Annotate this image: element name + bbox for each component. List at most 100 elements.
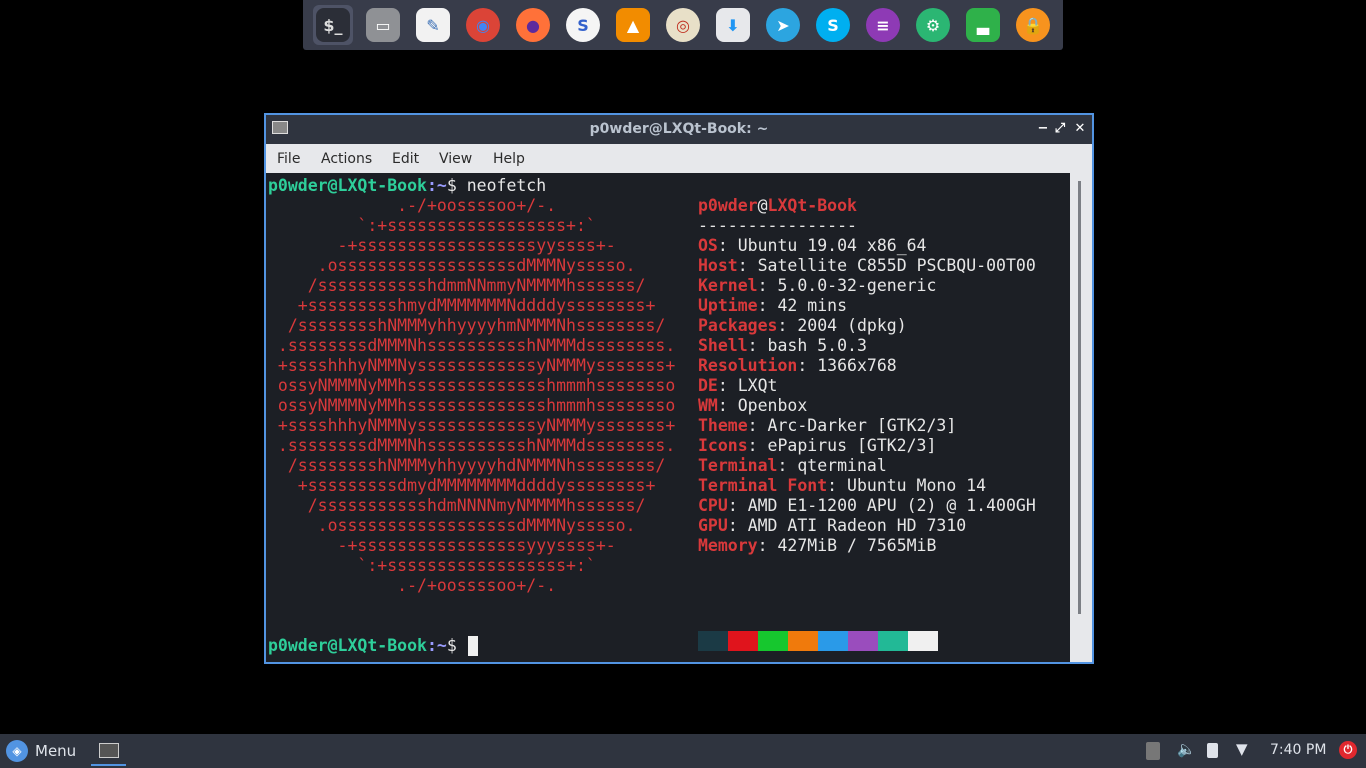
ascii-logo-line: .-/+oossssoo+/-. — [268, 196, 557, 215]
close-button[interactable]: ✕ — [1071, 119, 1089, 139]
start-menu-button[interactable]: ◈ Menu — [6, 740, 76, 762]
info-label: Kernel — [698, 276, 758, 295]
info-colon: : — [727, 496, 748, 515]
simplenote-icon: S — [566, 8, 600, 42]
color-swatch — [758, 631, 788, 651]
rhythmbox-icon: ◎ — [666, 8, 700, 42]
info-row: Uptime: 42 mins — [698, 296, 847, 316]
info-label: GPU — [698, 516, 728, 535]
tray-arrow-icon[interactable] — [1146, 742, 1160, 760]
info-label: WM — [698, 396, 718, 415]
info-row: Shell: bash 5.0.3 — [698, 336, 867, 356]
info-colon: : — [757, 276, 778, 295]
clock[interactable]: 7:40 PM — [1270, 742, 1326, 758]
terminal-output[interactable]: p0wder@LXQt-Book:~$ neofetch .-/+oosssso… — [266, 173, 1070, 662]
ascii-logo-line: +sssssssssdmydMMMMMMMMddddyssssssss+ — [268, 476, 656, 495]
menu-bar: File Actions Edit View Help — [266, 144, 1092, 173]
info-label: OS — [698, 236, 718, 255]
info-value: 42 mins — [777, 296, 848, 315]
dock-item-chat[interactable]: ≡ — [863, 5, 903, 45]
dock-item-settings[interactable]: ⚙ — [913, 5, 953, 45]
minimize-button[interactable]: − — [1034, 119, 1052, 139]
info-row: Kernel: 5.0.0-32-generic — [698, 276, 936, 296]
system-monitor-icon: ▃ — [966, 8, 1000, 42]
taskbar-terminal-button[interactable] — [91, 736, 126, 766]
dock-item-lock[interactable]: 🔒 — [1013, 5, 1053, 45]
dock-item-rhythmbox[interactable]: ◎ — [663, 5, 703, 45]
start-menu-label: Menu — [35, 742, 77, 760]
info-colon: : — [757, 296, 778, 315]
ascii-logo-line: +sssshhhyNMMNyssssssssssssyNMMMysssssss+ — [268, 416, 676, 435]
ascii-logo-line: .ossssssssssssssssssdMMMNysssso. — [268, 516, 636, 535]
dock-item-system-monitor[interactable]: ▃ — [963, 5, 1003, 45]
menu-actions[interactable]: Actions — [321, 151, 372, 167]
prompt-path: :~ — [426, 176, 447, 195]
info-colon: : — [797, 356, 818, 375]
lock-icon: 🔒 — [1016, 8, 1050, 42]
ascii-logo-line: /sssssssshNMMMyhhyyyyhdNMMMNhssssssss/ — [268, 456, 666, 475]
info-row: Theme: Arc-Darker [GTK2/3] — [698, 416, 956, 436]
info-row: Terminal Font: Ubuntu Mono 14 — [698, 476, 986, 496]
application-dock: $_ ▭ ✎ ◉ ● S ▲ ◎ ⬇ ➤ S ≡ ⚙ ▃ 🔒 — [303, 0, 1063, 50]
prompt-symbol: $ — [446, 636, 467, 655]
terminal-window: p0wder@LXQt-Book: ~ − ⤢ ✕ File Actions E… — [264, 113, 1094, 664]
dock-item-telegram[interactable]: ➤ — [763, 5, 803, 45]
dock-item-chrome[interactable]: ◉ — [463, 5, 503, 45]
chat-icon: ≡ — [866, 8, 900, 42]
ascii-logo-line: .ossssssssssssssssssdMMMNysssso. — [268, 256, 636, 275]
volume-icon[interactable]: 🔈 — [1177, 740, 1196, 758]
window-title: p0wder@LXQt-Book: ~ — [589, 121, 769, 137]
scrollbar-thumb[interactable] — [1078, 181, 1081, 614]
prompt-symbol: $ — [446, 176, 467, 195]
info-label: Resolution — [698, 356, 798, 375]
ascii-logo-line: ossyNMMMNyMMhsssssssssssssshmmmhssssssso — [268, 396, 676, 415]
power-icon[interactable]: ⏻ — [1339, 741, 1357, 759]
info-colon: : — [827, 476, 848, 495]
text-editor-icon: ✎ — [416, 8, 450, 42]
window-titlebar[interactable]: p0wder@LXQt-Book: ~ − ⤢ ✕ — [266, 115, 1092, 144]
ascii-logo-line: .ssssssssdMMMNhsssssssssshNMMMdssssssss. — [268, 336, 676, 355]
info-label: DE — [698, 376, 718, 395]
ascii-logo-line: .ssssssssdMMMNhsssssssssshNMMMdssssssss. — [268, 436, 676, 455]
info-label: Terminal — [698, 456, 778, 475]
info-colon: : — [747, 436, 768, 455]
info-colon: : — [717, 236, 738, 255]
prompt-path: :~ — [426, 636, 447, 655]
info-row: OS: Ubuntu 19.04 x86_64 — [698, 236, 927, 256]
prompt-user: p0wder@LXQt-Book — [268, 176, 427, 195]
text-cursor — [468, 636, 478, 656]
info-value: 427MiB / 7565MiB — [777, 536, 937, 555]
dock-item-file-manager[interactable]: ▭ — [363, 5, 403, 45]
dock-item-firefox[interactable]: ● — [513, 5, 553, 45]
menu-file[interactable]: File — [277, 151, 300, 167]
ascii-logo-line: +ssssssssshmydMMMMMMMNddddyssssssss+ — [268, 296, 656, 315]
dock-item-software-center[interactable]: ⬇ — [713, 5, 753, 45]
dock-item-simplenote[interactable]: S — [563, 5, 603, 45]
info-row: Resolution: 1366x768 — [698, 356, 897, 376]
dock-item-skype[interactable]: S — [813, 5, 853, 45]
info-row: WM: Openbox — [698, 396, 807, 416]
info-colon: : — [717, 376, 738, 395]
chrome-icon: ◉ — [466, 8, 500, 42]
info-value: AMD E1-1200 APU (2) @ 1.400GH — [747, 496, 1036, 515]
prompt-line: p0wder@LXQt-Book:~$ — [268, 636, 467, 656]
color-swatch — [818, 631, 848, 651]
menu-help[interactable]: Help — [493, 151, 525, 167]
terminal-icon — [98, 742, 119, 758]
battery-icon[interactable] — [1207, 743, 1218, 758]
wifi-icon[interactable]: ▼ — [1236, 740, 1248, 758]
dock-item-text-editor[interactable]: ✎ — [413, 5, 453, 45]
color-swatch — [728, 631, 758, 651]
dock-item-vlc[interactable]: ▲ — [613, 5, 653, 45]
menu-edit[interactable]: Edit — [392, 151, 419, 167]
menu-view[interactable]: View — [439, 151, 472, 167]
scrollbar[interactable] — [1070, 173, 1092, 662]
dock-item-terminal[interactable]: $_ — [313, 5, 353, 45]
info-colon: : — [757, 536, 778, 555]
ascii-logo-line: /ssssssssssshdmNNNNmyNMMMMhssssss/ — [268, 496, 646, 515]
ascii-logo-line: ossyNMMMNyMMhsssssssssssssshmmmhssssssso — [268, 376, 676, 395]
info-row: Terminal: qterminal — [698, 456, 887, 476]
ascii-logo-line: +sssshhhyNMMNyssssssssssssyNMMMysssssss+ — [268, 356, 676, 375]
maximize-button[interactable]: ⤢ — [1051, 119, 1069, 139]
info-row: CPU: AMD E1-1200 APU (2) @ 1.400GH — [698, 496, 1036, 516]
